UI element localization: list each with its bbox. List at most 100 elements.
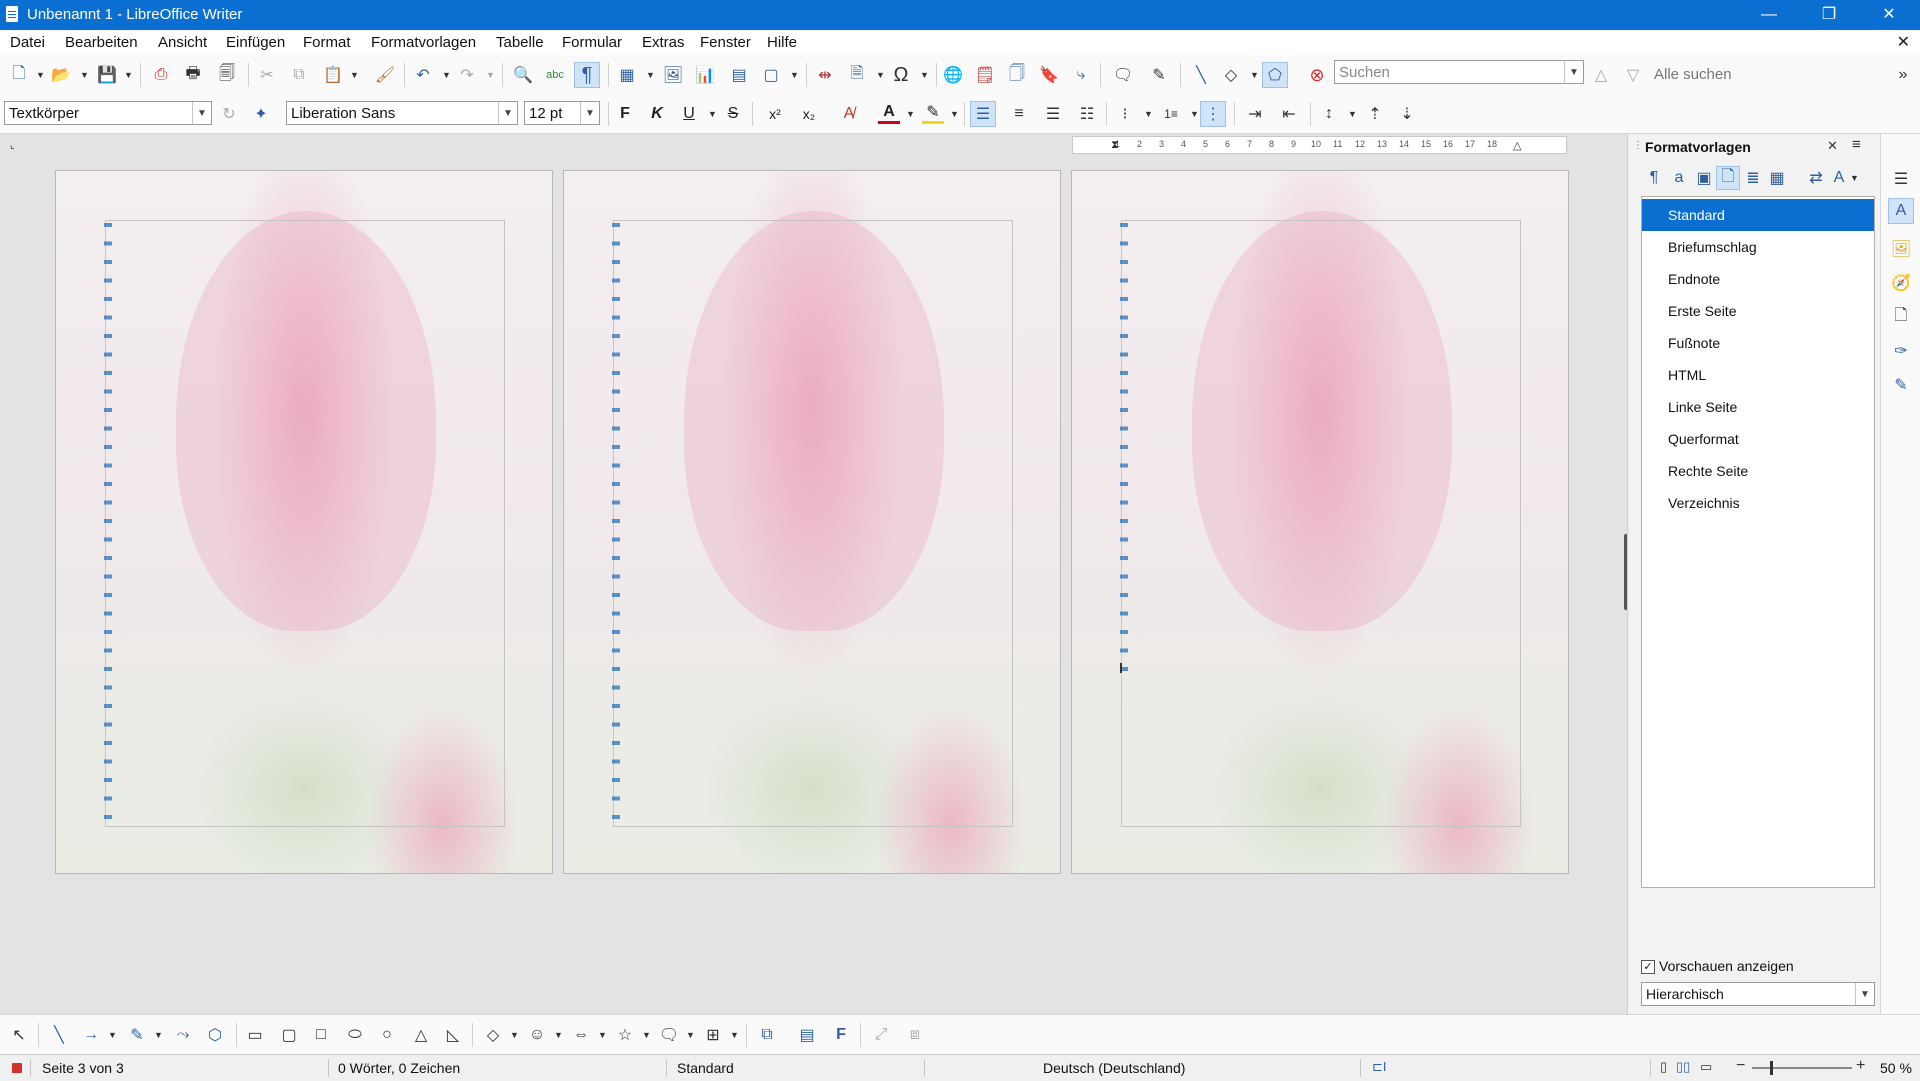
- search-input[interactable]: Suchen ▼: [1334, 60, 1584, 84]
- spellcheck-icon[interactable]: abc: [544, 64, 566, 86]
- selection-mode-icon[interactable]: ⊏I: [1372, 1059, 1387, 1075]
- document-area[interactable]: ⌞: [0, 134, 1630, 1014]
- find-previous-icon[interactable]: △: [1590, 64, 1612, 86]
- minimize-button[interactable]: —: [1746, 0, 1792, 30]
- styles-deck-icon[interactable]: A: [1888, 198, 1914, 224]
- find-next-icon[interactable]: ▽: [1622, 64, 1644, 86]
- page-style-indicator[interactable]: Standard: [677, 1060, 734, 1076]
- language-indicator[interactable]: Deutsch (Deutschland): [1043, 1060, 1185, 1076]
- style-item-querformat[interactable]: Querformat: [1642, 423, 1874, 455]
- style-item-html[interactable]: HTML: [1642, 359, 1874, 391]
- style-actions-icon[interactable]: A: [1828, 167, 1850, 189]
- insert-textbox-icon[interactable]: ▤: [728, 64, 750, 86]
- numbered-list-icon[interactable]: 1≡: [1160, 103, 1182, 125]
- align-left-icon[interactable]: ☰: [970, 101, 996, 127]
- word-count[interactable]: 0 Wörter, 0 Zeichen: [338, 1060, 460, 1076]
- decrease-indent-icon[interactable]: ⇤: [1278, 103, 1300, 125]
- menu-formular[interactable]: Formular: [562, 34, 622, 51]
- page-deck-icon[interactable]: 🗋: [1890, 306, 1912, 328]
- style-item-erste-seite[interactable]: Erste Seite: [1642, 295, 1874, 327]
- table-dropdown-arrow[interactable]: ▼: [646, 64, 655, 86]
- circle-icon[interactable]: ○: [376, 1024, 398, 1046]
- bullet-dropdown-arrow[interactable]: ▼: [1144, 103, 1153, 125]
- toolbar-overflow-icon[interactable]: »: [1892, 64, 1914, 86]
- curves-dropdown-arrow[interactable]: ▼: [154, 1024, 163, 1046]
- redo-dropdown-arrow[interactable]: ▼: [486, 64, 495, 86]
- highlight-color-icon[interactable]: ✎: [922, 103, 944, 124]
- superscript-button[interactable]: x²: [764, 103, 786, 125]
- select-pointer-icon[interactable]: ↖: [8, 1024, 30, 1046]
- find-all-button[interactable]: Alle suchen: [1654, 66, 1732, 83]
- print-preview-icon[interactable]: 🗐: [216, 64, 238, 86]
- menu-ansicht[interactable]: Ansicht: [158, 34, 207, 51]
- numbering-dropdown-arrow[interactable]: ▼: [1190, 103, 1199, 125]
- paragraph-style-box[interactable]: Textkörper ▼: [4, 101, 212, 125]
- menu-bearbeiten[interactable]: Bearbeiten: [65, 34, 138, 51]
- multi-page-view-icon[interactable]: ▯▯: [1676, 1059, 1690, 1075]
- redo-icon[interactable]: ↷: [456, 64, 478, 86]
- right-triangle-icon[interactable]: ◺: [442, 1024, 464, 1046]
- fontwork-icon[interactable]: F: [830, 1024, 852, 1046]
- insert-text-box-icon[interactable]: ▤: [796, 1024, 818, 1046]
- special-char-dropdown-arrow[interactable]: ▼: [920, 64, 929, 86]
- formatting-marks-icon[interactable]: ¶: [574, 62, 600, 88]
- cut-icon[interactable]: ✂: [256, 64, 278, 86]
- clear-search-icon[interactable]: ⊗: [1306, 64, 1328, 86]
- zoom-in-button[interactable]: +: [1856, 1057, 1865, 1075]
- ellipse-icon[interactable]: ⬭: [344, 1024, 366, 1046]
- align-center-icon[interactable]: ≡: [1008, 103, 1030, 125]
- increase-indent-icon[interactable]: ⇥: [1244, 103, 1266, 125]
- search-dropdown-arrow[interactable]: ▼: [1564, 61, 1583, 83]
- triangle-icon[interactable]: △: [410, 1024, 432, 1046]
- curves-icon[interactable]: ✎: [126, 1024, 148, 1046]
- symbol-shapes-icon[interactable]: ☺: [526, 1024, 548, 1046]
- callouts-icon[interactable]: 🗨: [658, 1024, 680, 1046]
- arrows-dropdown-arrow[interactable]: ▼: [108, 1024, 117, 1046]
- menu-fenster[interactable]: Fenster: [700, 34, 751, 51]
- highlight-dropdown-arrow[interactable]: ▼: [950, 103, 959, 125]
- single-page-view-icon[interactable]: ▯: [1660, 1059, 1667, 1075]
- draw-line-icon[interactable]: ╲: [48, 1024, 70, 1046]
- outline-format-icon[interactable]: ⋮: [1200, 101, 1226, 127]
- close-window-button[interactable]: ✕: [1866, 0, 1912, 30]
- font-name-dropdown-arrow[interactable]: ▼: [498, 102, 517, 124]
- flowchart-dropdown-arrow[interactable]: ▼: [730, 1024, 739, 1046]
- character-styles-icon[interactable]: a: [1668, 167, 1690, 189]
- block-arrows-dropdown-arrow[interactable]: ▼: [598, 1024, 607, 1046]
- line-arrows-icon[interactable]: →: [80, 1024, 102, 1046]
- stars-icon[interactable]: ☆: [614, 1024, 636, 1046]
- sidebar-grip-icon[interactable]: ⋮: [1633, 140, 1643, 151]
- bold-button[interactable]: F: [614, 103, 636, 125]
- new-style-icon[interactable]: ✦: [250, 103, 272, 125]
- paste-icon[interactable]: 📋: [322, 64, 344, 86]
- right-indent-marker[interactable]: △: [1513, 139, 1521, 152]
- page-indicator[interactable]: Seite 3 von 3: [42, 1060, 124, 1076]
- line-icon[interactable]: ╲: [1190, 64, 1212, 86]
- properties-deck-icon[interactable]: ☰: [1890, 168, 1912, 190]
- document-modified-icon[interactable]: [12, 1063, 22, 1073]
- show-draw-functions-icon[interactable]: ⬠: [1262, 62, 1288, 88]
- shadow-icon[interactable]: ⧈: [904, 1024, 926, 1046]
- undo-dropdown-arrow[interactable]: ▼: [442, 64, 451, 86]
- basic-shapes-draw-icon[interactable]: ◇: [482, 1024, 504, 1046]
- increase-paragraph-spacing-icon[interactable]: ⇡: [1364, 103, 1386, 125]
- page-styles-icon[interactable]: 🗋: [1716, 166, 1740, 190]
- font-color-dropdown-arrow[interactable]: ▼: [906, 103, 915, 125]
- insert-image-icon[interactable]: 🖼: [662, 64, 684, 86]
- style-item-linke-seite[interactable]: Linke Seite: [1642, 391, 1874, 423]
- style-actions-dropdown-arrow[interactable]: ▼: [1850, 167, 1859, 189]
- open-dropdown-arrow[interactable]: ▼: [80, 64, 89, 86]
- table-styles-icon[interactable]: ▦: [1766, 167, 1788, 189]
- subscript-button[interactable]: x₂: [798, 103, 820, 125]
- bookmark-icon[interactable]: 🔖: [1038, 64, 1060, 86]
- paragraph-styles-icon[interactable]: ¶: [1643, 167, 1665, 189]
- style-list[interactable]: Standard Briefumschlag Endnote Erste Sei…: [1641, 196, 1875, 888]
- zoom-level[interactable]: 50 %: [1880, 1060, 1912, 1076]
- update-style-icon[interactable]: ↻: [218, 103, 240, 125]
- clone-formatting-icon[interactable]: 🖌: [374, 64, 396, 86]
- rounded-rectangle-icon[interactable]: ▢: [278, 1024, 300, 1046]
- endnote-icon[interactable]: 🗍: [1006, 64, 1028, 86]
- style-inspector-deck-icon[interactable]: ✑: [1890, 340, 1912, 362]
- connector-icon[interactable]: ⤳: [172, 1024, 194, 1046]
- export-pdf-icon[interactable]: ⎙: [150, 64, 172, 86]
